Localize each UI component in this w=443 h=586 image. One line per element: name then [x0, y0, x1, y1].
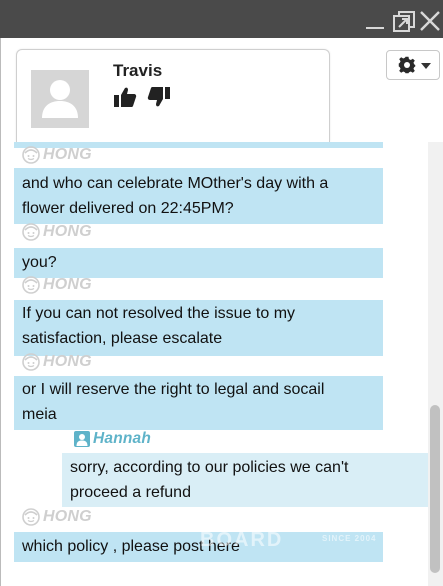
message-line: flower delivered on 22:45PM?: [22, 200, 234, 217]
thumbs-down-icon[interactable]: [147, 85, 171, 109]
customer-face-icon: [22, 146, 40, 164]
sender-name: HONG: [43, 276, 92, 293]
customer-face-icon: [22, 276, 40, 294]
watermark-line1: COMPLAINTS: [200, 511, 313, 527]
sender-name: HONG: [43, 223, 92, 240]
watermark-sub2: SINCE 2004: [322, 534, 377, 543]
message-line: or I will reserve the right to legal and…: [22, 381, 325, 398]
avatar-placeholder-icon: [31, 70, 89, 128]
customer-face-icon: [22, 353, 40, 371]
message-line: sorry, according to our policies we can'…: [70, 459, 349, 476]
message-bubble: you?: [14, 248, 383, 278]
gear-icon: [398, 56, 416, 74]
sender-label: HONG: [22, 508, 92, 526]
sender-name: HONG: [43, 146, 92, 163]
watermark-line2: BOARD: [200, 529, 284, 551]
message-bubble: sorry, according to our policies we can'…: [62, 453, 428, 507]
sender-label: HONG: [22, 276, 92, 294]
agent-name: Travis: [113, 61, 163, 80]
message-line: meia: [22, 406, 57, 423]
sender-name: HONG: [43, 353, 92, 370]
message-bubble: and who can celebrate MOther's day with …: [14, 168, 383, 224]
message-bubble: or I will reserve the right to legal and…: [14, 376, 383, 430]
minimize-icon[interactable]: [366, 27, 384, 29]
agent-header: Travis: [16, 49, 330, 142]
customer-face-icon: [22, 223, 40, 241]
message-line: proceed a refund: [70, 484, 191, 501]
message-line: satisfaction, please escalate: [22, 330, 223, 347]
sender-name: Hannah: [93, 430, 152, 447]
sender-label: HONG: [22, 353, 92, 371]
settings-dropdown-button[interactable]: [386, 50, 440, 80]
title-bar: [0, 0, 443, 38]
customer-face-icon: [22, 508, 40, 526]
sender-label: HONG: [22, 223, 92, 241]
scrollbar-thumb[interactable]: [430, 405, 440, 573]
message-line: If you can not resolved the issue to my: [22, 305, 296, 322]
window-frame: [0, 38, 1, 586]
chevron-down-icon: [421, 63, 431, 69]
watermark-sub1: RESOLVING: [322, 522, 378, 531]
message-line: you?: [22, 254, 57, 271]
message-line: and who can celebrate MOther's day with …: [22, 175, 329, 192]
message-bubble: If you can not resolved the issue to my …: [14, 300, 383, 356]
sender-label: Hannah: [74, 430, 151, 448]
restore-icon[interactable]: [393, 11, 415, 33]
thumbs-up-icon[interactable]: [113, 85, 137, 109]
sender-label: HONG: [22, 146, 92, 164]
close-icon[interactable]: [418, 9, 442, 33]
sender-name: HONG: [43, 508, 92, 525]
agent-badge-icon: [74, 431, 90, 447]
